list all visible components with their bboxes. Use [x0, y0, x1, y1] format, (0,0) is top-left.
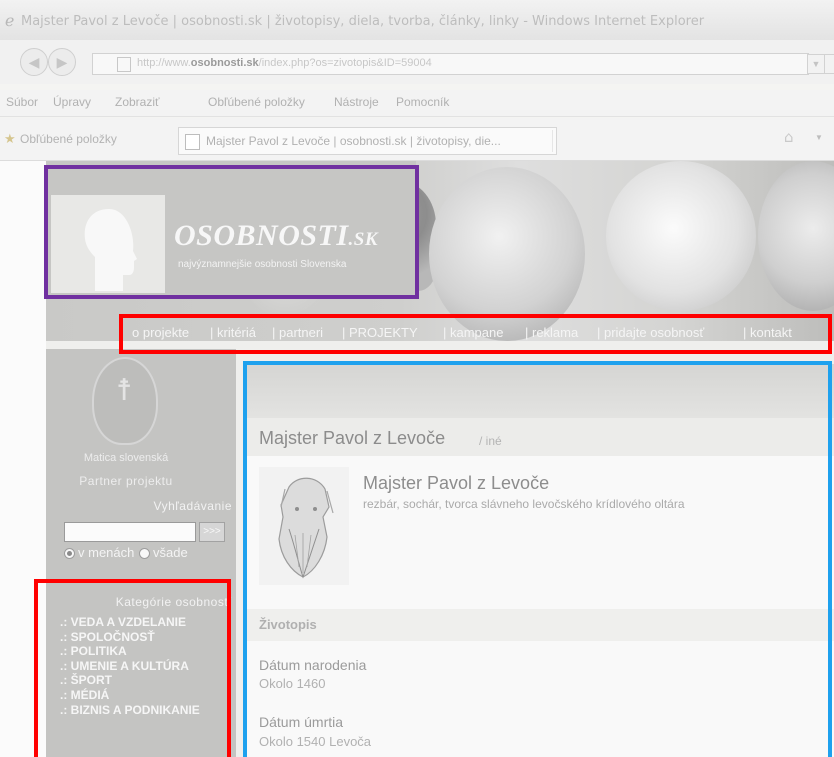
- favorites-bar: ★ Obľúbené položky Majster Pavol z Levoč…: [0, 118, 834, 161]
- nav-link-advertising[interactable]: | reklama: [525, 325, 578, 340]
- nav-link-criteria[interactable]: | kritériá: [210, 325, 256, 340]
- category-link-business[interactable]: .: BIZNIS A PODNIKANIE: [60, 703, 236, 718]
- arrow-left-icon: ◀: [28, 54, 40, 70]
- nav-link-projects[interactable]: | PROJEKTY: [342, 325, 418, 340]
- category-link-media[interactable]: .: MÉDIÁ: [60, 688, 236, 703]
- menu-file[interactable]: Súbor: [6, 95, 38, 109]
- double-cross-icon: ☨: [116, 373, 133, 408]
- person-portrait: [259, 467, 349, 585]
- content-header-band: [247, 364, 834, 418]
- page-icon: [117, 57, 131, 72]
- forward-button[interactable]: ▶: [48, 48, 76, 76]
- refresh-button[interactable]: [824, 54, 834, 74]
- star-icon: ★: [4, 132, 16, 147]
- tab-title: Majster Pavol z Levoče | osobnosti.sk | …: [206, 134, 501, 148]
- category-link-society[interactable]: .: SPOLOČNOSŤ: [60, 630, 236, 645]
- radio-search-names[interactable]: [64, 548, 75, 559]
- nav-link-partners[interactable]: | partneri: [272, 325, 323, 340]
- category-link-arts[interactable]: .: UMENIE A KULTÚRA: [60, 659, 236, 674]
- logo-wordmark: OSOBNOSTI.SK: [174, 219, 379, 252]
- radio-search-everywhere[interactable]: [139, 548, 150, 559]
- head-silhouette-icon: [84, 209, 137, 291]
- category-list: .: VEDA A VZDELANIE .: SPOLOČNOSŤ .: POL…: [60, 615, 236, 717]
- browser-window: ℯ Majster Pavol z Levoče | osobnosti.sk …: [0, 0, 834, 757]
- url-text: http://www.osobnosti.sk/index.php?os=ziv…: [137, 57, 432, 69]
- menu-help[interactable]: Pomocník: [396, 95, 449, 109]
- menu-view[interactable]: Zobraziť: [115, 95, 160, 109]
- nav-link-contact[interactable]: | kontakt: [743, 325, 792, 340]
- search-heading: Vyhľadávanie: [153, 499, 232, 513]
- partner-caption: Partner projektu: [79, 474, 173, 488]
- menu-favorites[interactable]: Obľúbené položky: [208, 95, 305, 109]
- radio-label-names: v menách: [78, 545, 135, 560]
- page-heading-bar: Majster Pavol z Levoče / iné: [247, 418, 834, 456]
- url-input[interactable]: http://www.osobnosti.sk/index.php?os=ziv…: [92, 53, 809, 75]
- menu-bar: Súbor Úpravy Zobraziť Obľúbené položky N…: [0, 90, 834, 117]
- chevron-down-icon[interactable]: ▼: [815, 133, 823, 142]
- window-title: Majster Pavol z Levoče | osobnosti.sk | …: [21, 14, 705, 29]
- portrait-photo: [606, 161, 756, 311]
- page-icon: [185, 134, 200, 150]
- page-category[interactable]: / iné: [479, 434, 502, 448]
- browser-tab[interactable]: Majster Pavol z Levoče | osobnosti.sk | …: [178, 127, 557, 155]
- nav-link-add-person[interactable]: | pridajte osobnosť: [597, 325, 704, 340]
- chevron-down-icon: ▼: [811, 59, 821, 69]
- category-link-politics[interactable]: .: POLITIKA: [60, 644, 236, 659]
- search-input[interactable]: [64, 522, 196, 542]
- favorites-button[interactable]: Obľúbené položky: [20, 132, 117, 146]
- back-button[interactable]: ◀: [20, 48, 48, 76]
- birth-date-value: Okolo 1460: [259, 676, 326, 691]
- title-bar: ℯ Majster Pavol z Levoče | osobnosti.sk …: [0, 0, 834, 41]
- biography-heading: Životopis: [259, 617, 317, 632]
- radio-label-everywhere: všade: [153, 545, 188, 560]
- category-link-science[interactable]: .: VEDA A VZDELANIE: [60, 615, 236, 630]
- bearded-man-drawing-icon: [278, 477, 334, 579]
- death-date-value: Okolo 1540 Levoča: [259, 734, 372, 749]
- arrow-right-icon: ▶: [56, 54, 68, 70]
- menu-edit[interactable]: Úpravy: [53, 95, 91, 109]
- death-date-label: Dátum úmrtia: [259, 714, 344, 730]
- page-viewport: OSOBNOSTI.SK najvýznamnejšie osobnosti S…: [0, 161, 834, 757]
- left-sidebar: ☨ Matica slovenská Partner projektu Vyhľ…: [46, 349, 236, 757]
- address-bar: ◀ ▶ http://www.osobnosti.sk/index.php?os…: [0, 40, 834, 84]
- portrait-photo: [429, 167, 585, 341]
- matica-emblem[interactable]: ☨: [92, 357, 158, 445]
- categories-heading: Kategórie osobností: [115, 595, 232, 609]
- url-dropdown-button[interactable]: ▼: [807, 54, 825, 74]
- ie-logo-icon: ℯ: [5, 11, 15, 30]
- category-link-sport[interactable]: .: ŠPORT: [60, 673, 236, 688]
- search-submit-button[interactable]: >>>: [199, 522, 225, 542]
- top-navigation: o projekte | kritériá | partneri | PROJE…: [46, 320, 834, 348]
- logo-tagline: najvýznamnejšie osobnosti Slovenska: [178, 259, 347, 270]
- nav-link-about[interactable]: o projekte: [132, 325, 189, 340]
- person-name: Majster Pavol z Levoče: [363, 473, 550, 493]
- nav-link-campaigns[interactable]: | kampane: [443, 325, 503, 340]
- birth-date-label: Dátum narodenia: [259, 657, 367, 673]
- site-logo[interactable]: OSOBNOSTI.SK najvýznamnejšie osobnosti S…: [46, 161, 416, 297]
- home-icon[interactable]: ⌂: [784, 128, 794, 146]
- tab-divider: [552, 130, 553, 152]
- web-page: OSOBNOSTI.SK najvýznamnejšie osobnosti S…: [46, 161, 834, 757]
- page-title: Majster Pavol z Levoče: [259, 428, 446, 448]
- portrait-photo: [758, 161, 834, 311]
- menu-tools[interactable]: Nástroje: [334, 95, 379, 109]
- person-description: rezbár, sochár, tvorca slávneho levočské…: [363, 497, 685, 511]
- biography-section-bar: Životopis: [247, 609, 834, 641]
- main-content: Majster Pavol z Levoče / iné Majster Pav…: [247, 364, 834, 757]
- partner-name[interactable]: Matica slovenská: [46, 452, 206, 464]
